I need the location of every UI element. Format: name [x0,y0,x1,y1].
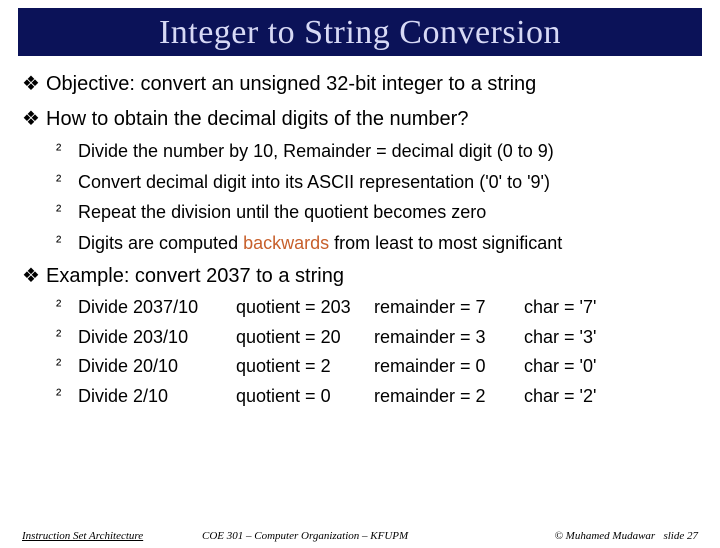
sub-bullet-icon: ² [56,172,78,192]
col-char: char = '0' [524,355,698,378]
footer-slide-number: slide 27 [663,530,698,542]
sub-bullet: ² Repeat the division until the quotient… [56,201,698,224]
col-divide: Divide 2/10 [78,385,236,408]
example-row: ² Divide 2/10 quotient = 0 remainder = 2… [56,385,698,408]
sub-bullet: ² Divide the number by 10, Remainder = d… [56,140,698,163]
footer-author: © Muhamed Mudawar [555,530,656,542]
bullet-example: ❖ Example: convert 2037 to a string [22,264,698,289]
sub-bullet-text: Convert decimal digit into its ASCII rep… [78,171,698,194]
sub-bullet-icon: ² [56,202,78,222]
col-remainder: remainder = 3 [374,326,524,349]
footer-center: COE 301 – Computer Organization – KFUPM [202,530,488,542]
sub-bullet-text: Repeat the division until the quotient b… [78,201,698,224]
sub-bullet-emph: ² Digits are computed backwards from lea… [56,232,698,255]
title-bar: Integer to String Conversion [18,8,702,56]
col-quotient: quotient = 2 [236,355,374,378]
sub-bullet-icon: ² [56,141,78,161]
bullet-how: ❖ How to obtain the decimal digits of th… [22,107,698,132]
col-quotient: quotient = 0 [236,385,374,408]
col-divide: Divide 2037/10 [78,296,236,319]
bullet-text: How to obtain the decimal digits of the … [46,107,698,132]
example-row: ² Divide 203/10 quotient = 20 remainder … [56,326,698,349]
footer-left: Instruction Set Architecture [22,530,202,542]
emph-word: backwards [243,233,329,253]
diamond-bullet-icon: ❖ [22,264,46,289]
bullet-objective: ❖ Objective: convert an unsigned 32-bit … [22,72,698,97]
example-row: ² Divide 20/10 quotient = 2 remainder = … [56,355,698,378]
example-row: ² Divide 2037/10 quotient = 203 remainde… [56,296,698,319]
sub-bullet: ² Convert decimal digit into its ASCII r… [56,171,698,194]
footer-right: © Muhamed Mudawar slide 27 [488,530,698,542]
text-post: from least to most significant [329,233,562,253]
bullet-text: Example: convert 2037 to a string [46,264,698,289]
col-quotient: quotient = 203 [236,296,374,319]
slide-content: ❖ Objective: convert an unsigned 32-bit … [0,56,720,407]
sub-bullet-icon: ² [56,356,78,376]
slide-title: Integer to String Conversion [22,14,698,52]
sub-bullet-icon: ² [56,233,78,253]
col-divide: Divide 20/10 [78,355,236,378]
sub-bullet-text: Digits are computed backwards from least… [78,232,698,255]
sub-bullet-icon: ² [56,327,78,347]
col-quotient: quotient = 20 [236,326,374,349]
col-char: char = '3' [524,326,698,349]
col-remainder: remainder = 0 [374,355,524,378]
sub-bullet-icon: ² [56,297,78,317]
col-char: char = '7' [524,296,698,319]
sub-bullet-text: Divide the number by 10, Remainder = dec… [78,140,698,163]
diamond-bullet-icon: ❖ [22,72,46,97]
bullet-text: Objective: convert an unsigned 32-bit in… [46,72,698,97]
col-remainder: remainder = 2 [374,385,524,408]
col-remainder: remainder = 7 [374,296,524,319]
text-pre: Digits are computed [78,233,243,253]
slide-footer: Instruction Set Architecture COE 301 – C… [0,530,720,542]
diamond-bullet-icon: ❖ [22,107,46,132]
sub-bullet-icon: ² [56,386,78,406]
col-char: char = '2' [524,385,698,408]
col-divide: Divide 203/10 [78,326,236,349]
